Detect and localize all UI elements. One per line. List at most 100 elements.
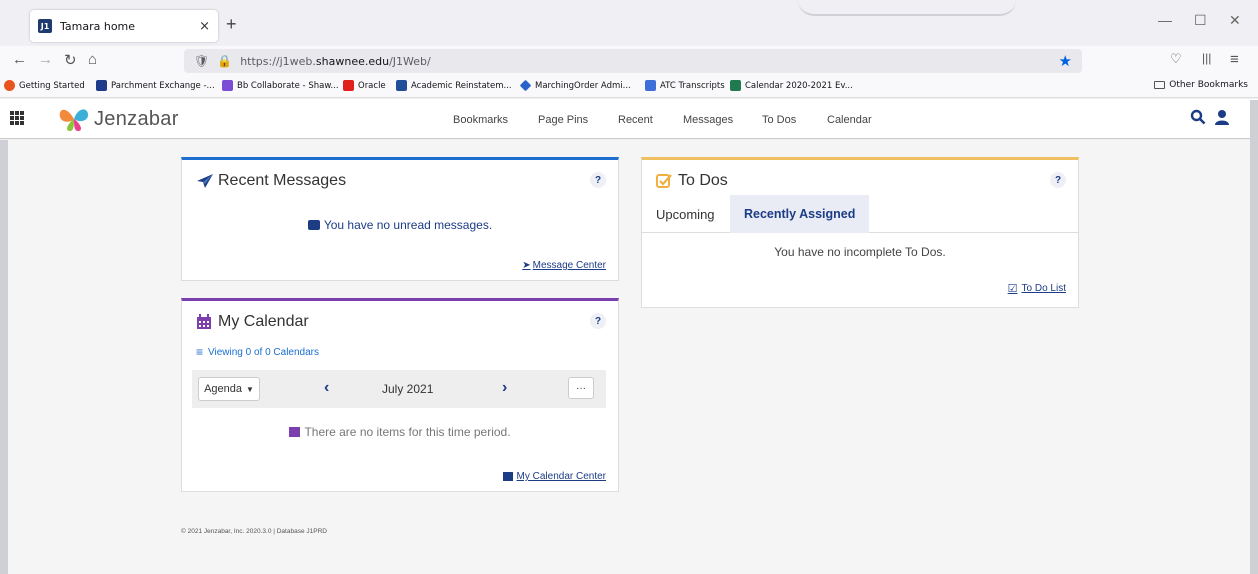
footer-text: © 2021 Jenzabar, Inc. 2020.3.0 | Databas… [181, 528, 327, 535]
other-bookmarks[interactable]: Other Bookmarks [1154, 80, 1248, 90]
recent-messages-portlet: Recent Messages ? You have no unread mes… [181, 157, 619, 281]
paper-plane-icon [197, 174, 213, 188]
viewing-label: Viewing 0 of 0 Calendars [208, 346, 320, 358]
maximize-icon[interactable]: ☐ [1194, 12, 1207, 29]
bookmark-favicon-icon [519, 79, 532, 92]
my-calendar-portlet: My Calendar ? ≡ Viewing 0 of 0 Calendars … [181, 298, 619, 492]
to-do-list-link[interactable]: ☑ To Do List [1008, 282, 1066, 295]
minimize-icon[interactable]: — [1158, 12, 1172, 28]
butterfly-logo-icon [59, 109, 88, 131]
forward-icon[interactable]: → [38, 51, 53, 68]
tab-upcoming[interactable]: Upcoming [642, 195, 729, 233]
no-messages-text: You have no unread messages. [182, 218, 618, 232]
back-icon[interactable]: ← [12, 51, 27, 68]
paper-plane-icon: ➤ [522, 260, 531, 271]
tab-close-icon[interactable]: × [199, 19, 210, 34]
other-bookmarks-label: Other Bookmarks [1169, 80, 1248, 90]
folder-icon [1154, 81, 1166, 89]
window-left-edge [0, 140, 8, 574]
jenzabar-logo[interactable]: Jenzabar [58, 105, 179, 133]
previous-month-button[interactable]: ‹ [324, 379, 329, 397]
tab-recently-assigned[interactable]: Recently Assigned [730, 195, 870, 233]
bookmark-label: Parchment Exchange -... [111, 80, 215, 91]
bookmark-item[interactable]: Bb Collaborate - Shaw... [222, 80, 339, 91]
nav-bookmarks[interactable]: Bookmarks [453, 114, 508, 126]
to-dos-header: To Dos [656, 172, 728, 190]
nav-page-pins[interactable]: Page Pins [538, 114, 588, 126]
search-icon[interactable] [1190, 109, 1206, 125]
calendar-icon [197, 314, 211, 329]
help-icon[interactable]: ? [590, 172, 606, 188]
bookmark-item[interactable]: MarchingOrder Admi... [519, 79, 631, 92]
bookmark-item[interactable]: Parchment Exchange -... [96, 80, 215, 91]
empty-message: There are no items for this time period. [304, 425, 511, 439]
window-close-icon[interactable]: ✕ [1229, 12, 1241, 29]
bookmark-favicon-icon [645, 80, 656, 91]
lock-icon[interactable]: 🔒 [217, 54, 232, 68]
calendar-icon [289, 427, 301, 437]
bookmarks-toolbar: Getting Started Parchment Exchange -... … [0, 76, 1258, 98]
tab-title: Tamara home [60, 19, 136, 33]
link-label: Message Center [532, 260, 606, 271]
calendar-icon [502, 472, 513, 481]
menu-icon[interactable]: ≡ [1230, 51, 1239, 68]
help-icon[interactable]: ? [590, 313, 606, 329]
view-mode-label: Agenda [204, 383, 242, 395]
logo-text: Jenzabar [94, 107, 179, 130]
library-icon[interactable]: ||| [1202, 51, 1211, 65]
browser-navbar: ← → ↻ ⌂ 🛡 🔒 https://j1web. shawnee.edu/J1… [0, 46, 1258, 76]
url-path: /J1Web/ [389, 54, 431, 68]
bookmark-item[interactable]: ATC Transcripts [645, 80, 725, 91]
tracking-shield-icon[interactable]: 🛡 [194, 54, 209, 68]
browser-tab[interactable]: J1 Tamara home × [30, 10, 218, 42]
bookmark-star-icon[interactable]: ★ [1059, 52, 1072, 70]
user-icon[interactable] [1214, 109, 1230, 125]
tab-drag-indicator [798, 0, 1016, 16]
help-icon[interactable]: ? [1050, 172, 1066, 188]
bookmark-label: MarchingOrder Admi... [535, 80, 631, 91]
my-calendar-header: My Calendar [196, 313, 309, 331]
current-month: July 2021 [382, 382, 434, 396]
message-center-link[interactable]: ➤ Message Center [522, 260, 606, 271]
browser-tab-strip: J1 Tamara home × + — ☐ ✕ [0, 0, 1258, 46]
pocket-icon[interactable]: ♡ [1170, 51, 1182, 67]
portlet-title: To Dos [678, 172, 728, 189]
nav-calendar[interactable]: Calendar [827, 114, 872, 126]
link-label: To Do List [1021, 283, 1066, 294]
bookmark-label: Getting Started [19, 80, 85, 91]
home-icon[interactable]: ⌂ [88, 51, 97, 68]
jenzabar-favicon-icon: J1 [38, 19, 52, 33]
no-items-text: There are no items for this time period. [182, 425, 618, 439]
url-bar[interactable]: 🛡 🔒 https://j1web. shawnee.edu/J1Web/ ★ [184, 49, 1082, 73]
window-right-edge [1250, 100, 1258, 574]
no-todos-text: You have no incomplete To Dos. [774, 245, 946, 259]
bookmark-favicon-icon [396, 80, 407, 91]
viewing-calendars-filter[interactable]: ≡ Viewing 0 of 0 Calendars [196, 345, 319, 359]
view-mode-dropdown[interactable]: Agenda ▼ [198, 377, 260, 401]
bookmark-item[interactable]: Getting Started [4, 80, 85, 91]
nav-recent[interactable]: Recent [618, 114, 653, 126]
caret-down-icon: ▼ [246, 384, 254, 394]
url-host: shawnee.edu [315, 54, 390, 68]
portlet-title: My Calendar [218, 313, 309, 330]
bookmark-favicon-icon [222, 80, 233, 91]
nav-to-dos[interactable]: To Dos [762, 114, 796, 126]
url-prefix: https://j1web. [240, 54, 316, 68]
bookmark-favicon-icon [730, 80, 741, 91]
bookmark-item[interactable]: Oracle [343, 80, 386, 91]
new-tab-button[interactable]: + [226, 14, 237, 35]
bookmark-label: Bb Collaborate - Shaw... [237, 80, 339, 91]
more-options-button[interactable]: ··· [568, 377, 594, 399]
app-grid-icon[interactable] [10, 111, 24, 125]
reload-icon[interactable]: ↻ [64, 51, 77, 69]
bookmark-label: ATC Transcripts [660, 80, 725, 91]
bookmark-item[interactable]: Calendar 2020-2021 Ev... [730, 80, 853, 91]
nav-messages[interactable]: Messages [683, 114, 733, 126]
bookmark-item[interactable]: Academic Reinstatem... [396, 80, 512, 91]
checkbox-icon [656, 174, 672, 188]
next-month-button[interactable]: › [502, 379, 507, 397]
bookmark-label: Calendar 2020-2021 Ev... [745, 80, 853, 91]
my-calendar-center-link[interactable]: My Calendar Center [502, 471, 606, 482]
inbox-icon [307, 220, 320, 230]
app-header: Jenzabar Bookmarks Page Pins Recent Mess… [0, 99, 1258, 139]
